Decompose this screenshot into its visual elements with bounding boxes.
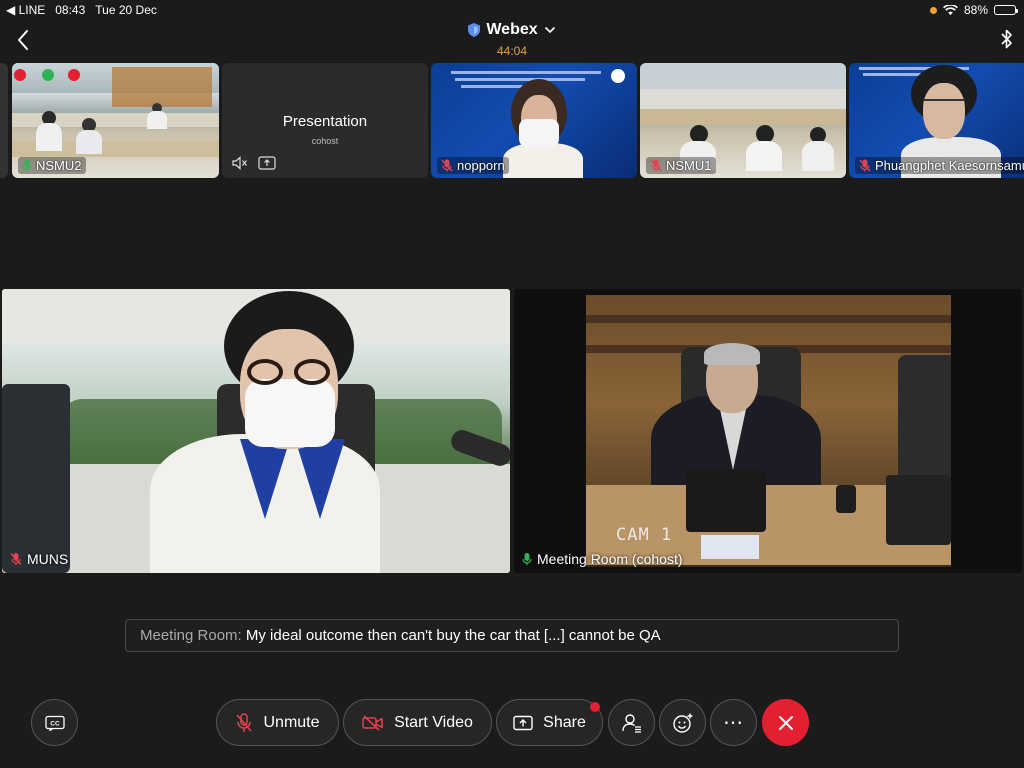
share-label: Share [543,713,586,731]
laptop [686,470,766,532]
mic-muted-icon [650,159,662,172]
participant-nametag: NSMU2 [18,157,86,174]
video-tile-meeting-room[interactable]: CAM 1 Meeting Room (cohost) [514,289,1022,573]
face-mask [519,119,559,147]
status-time: 08:43 [55,3,86,17]
glasses [923,99,965,104]
share-notification-dot [590,702,600,712]
participant-nametag: Phuangphet Kaesornsamut [855,157,1024,174]
name-plate [701,535,759,559]
start-video-button[interactable]: Start Video [343,699,492,746]
participant-nametag: nopporn [437,157,509,174]
window-maximize-dot [42,69,54,81]
glasses-left [247,359,283,385]
thumbnail-partial[interactable] [0,63,8,178]
status-bar: ◀ LINE 08:43 Tue 20 Dec 88% [0,0,1024,20]
cc-text: CC [50,720,60,727]
camera-feed: CAM 1 [586,295,951,567]
mic-on-icon [22,159,32,172]
emoji-add-icon [672,713,692,733]
meeting-header: Webex 44:04 [0,20,1024,58]
reactions-button[interactable] [659,699,706,746]
window-minimize-dot [68,69,80,81]
mic-on-icon [522,553,532,565]
presentation-role: cohost [311,136,339,146]
mic-muted-icon [441,159,453,172]
bluetooth-icon [1001,29,1012,49]
thumbnail-nsmu1[interactable]: NSMU1 [640,63,846,178]
closed-caption-bar: Meeting Room: My ideal outcome then can'… [125,619,899,652]
participant-nametag: NSMU1 [646,157,716,174]
participant-name: MUNS [27,551,69,567]
mic-muted-icon [236,712,253,732]
meeting-timer: 44:04 [496,44,528,58]
thumbnail-nsmu2[interactable]: NSMU2 [12,63,219,178]
participant-name: NSMU2 [36,158,82,173]
meeting-title-dropdown[interactable]: Webex [468,21,555,39]
back-to-app-link[interactable]: ◀ LINE [6,3,45,17]
mic-in-use-indicator [929,6,937,14]
wifi-icon [943,4,958,15]
unmute-label: Unmute [263,713,320,731]
mic-muted-icon [10,553,22,565]
leave-meeting-button[interactable] [762,699,809,746]
participant-nametag: MUNS [10,551,68,567]
battery-icon [994,5,1018,15]
caption-speaker: Meeting Room: [140,627,242,644]
participant-nametag: Meeting Room (cohost) [522,551,683,567]
thumbnail-phuangphet[interactable]: Phuangphet Kaesornsamut [849,63,1024,178]
unmute-button[interactable]: Unmute [216,699,339,746]
participant-name: NSMU1 [666,158,712,173]
share-screen-icon [258,156,276,170]
university-logo [611,69,625,83]
close-icon [778,715,793,730]
glasses-right [294,359,330,385]
battery-percent: 88% [963,3,988,17]
video-tile-muns[interactable]: MUNS [2,289,510,573]
share-screen-icon [513,715,533,730]
closed-captions-button[interactable]: CC [31,699,78,746]
share-button[interactable]: Share [496,699,603,746]
more-icon: ⋯ [723,712,744,734]
participants-button[interactable] [608,699,655,746]
more-options-button[interactable]: ⋯ [710,699,757,746]
participant-name: nopporn [457,158,505,173]
speaker-muted-icon [232,156,247,170]
caption-text: My ideal outcome then can't buy the car … [245,627,661,644]
face-mask [245,379,335,447]
chevron-down-icon [544,26,555,34]
thumbnail-nopporn[interactable]: nopporn [431,63,637,178]
shield-icon [468,23,481,37]
bluetooth-audio-button[interactable] [998,28,1016,50]
presentation-title: Presentation [282,113,368,130]
participants-icon [621,713,641,733]
window-close-dot [14,69,26,81]
participant-name: Meeting Room (cohost) [537,551,683,567]
app-title: Webex [486,21,538,38]
video-off-icon [362,714,383,731]
start-video-label: Start Video [394,713,473,731]
status-date: Tue 20 Dec [95,3,157,17]
participant-name: Phuangphet Kaesornsamut [875,158,1024,173]
camera-label: CAM 1 [616,525,673,545]
mic-muted-icon [859,159,871,172]
thumbnail-presentation[interactable]: Presentation cohost [222,63,428,178]
closed-captions-icon: CC [44,715,65,731]
